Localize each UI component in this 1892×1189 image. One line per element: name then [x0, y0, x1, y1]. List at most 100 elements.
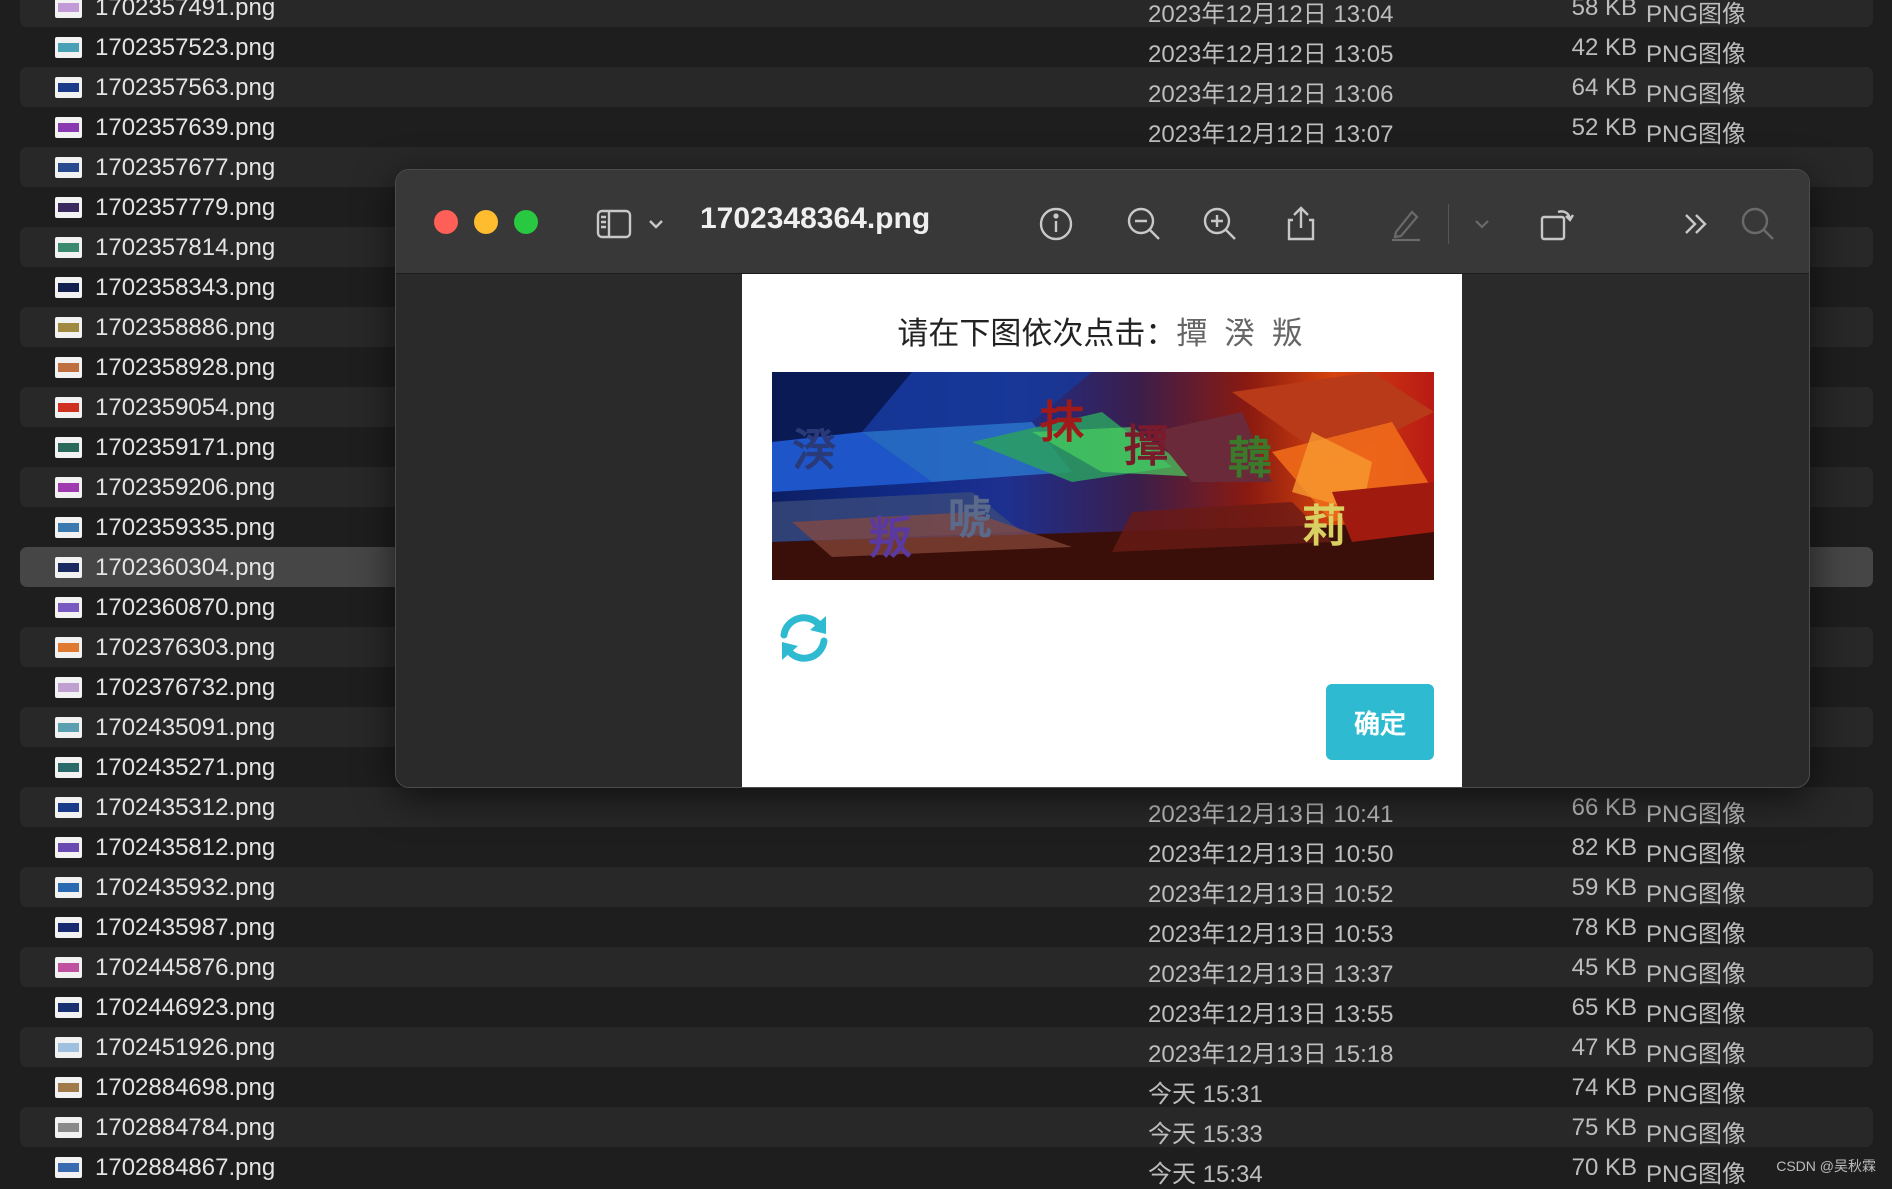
- png-thumbnail-icon: [55, 357, 82, 378]
- file-row[interactable]: 1702357523.png 2023年12月12日 13:05 42 KB PNG图…: [20, 27, 1873, 68]
- png-thumbnail-icon: [55, 517, 82, 538]
- png-thumbnail-icon: [55, 197, 82, 218]
- file-size: 42 KB: [1571, 34, 1637, 61]
- file-row[interactable]: 1702435987.png 2023年12月13日 10:53 78 KB PNG图…: [20, 907, 1873, 948]
- file-kind: PNG图像: [1646, 1001, 1747, 1028]
- file-name: 1702360304.png: [95, 554, 276, 581]
- file-row[interactable]: 1702884867.png 今天 15:34 70 KB PNG图像: [20, 1147, 1873, 1188]
- png-thumbnail-icon: [55, 37, 82, 58]
- chevron-down-icon[interactable]: [636, 204, 663, 244]
- file-name: 1702358886.png: [95, 314, 276, 341]
- captcha-panel: 请在下图依次点击：撢 湀 叛 湀 抹 撢 韓 叛 唬 莉 确定: [742, 274, 1462, 787]
- captcha-glyph[interactable]: 湀: [792, 414, 836, 478]
- file-name: 1702435271.png: [95, 754, 276, 781]
- file-name: 1702360870.png: [95, 594, 276, 621]
- file-row[interactable]: 1702357491.png 2023年12月12日 13:04 58 KB PNG图…: [20, 0, 1873, 28]
- file-size: 59 KB: [1571, 874, 1637, 901]
- png-thumbnail-icon: [55, 597, 82, 618]
- file-name: 1702358928.png: [95, 354, 276, 381]
- rotate-icon[interactable]: [1536, 204, 1576, 244]
- captcha-glyph[interactable]: 抹: [1040, 386, 1084, 450]
- preview-window: 1702348364.png 请在下图依次点击：撢 湀 叛 湀 抹 撢 韓 叛 …: [395, 169, 1810, 788]
- file-row[interactable]: 1702435932.png 2023年12月13日 10:52 59 KB PNG图…: [20, 867, 1873, 908]
- captcha-glyph[interactable]: 莉: [1302, 490, 1346, 554]
- captcha-glyph[interactable]: 撢: [1124, 410, 1168, 474]
- info-icon[interactable]: [1036, 204, 1076, 244]
- search-icon[interactable]: [1738, 204, 1778, 244]
- file-date: 2023年12月13日 10:52: [1148, 881, 1394, 908]
- markup-chevron-icon[interactable]: [1462, 204, 1489, 244]
- file-name: 1702359335.png: [95, 514, 276, 541]
- png-thumbnail-icon: [55, 0, 82, 18]
- file-name: 1702359054.png: [95, 394, 276, 421]
- confirm-button[interactable]: 确定: [1326, 684, 1434, 760]
- file-name: 1702435091.png: [95, 714, 276, 741]
- file-name: 1702435312.png: [95, 794, 276, 821]
- file-kind: PNG图像: [1646, 1041, 1747, 1068]
- captcha-instruction-text: 请在下图依次点击：: [897, 316, 1177, 351]
- captcha-image[interactable]: 湀 抹 撢 韓 叛 唬 莉: [772, 372, 1434, 580]
- file-date: 2023年12月13日 10:50: [1148, 841, 1394, 868]
- file-date: 2023年12月13日 10:53: [1148, 921, 1394, 948]
- file-date: 2023年12月13日 13:37: [1148, 961, 1394, 988]
- file-date: 2023年12月12日 13:05: [1148, 41, 1394, 68]
- file-name: 1702357563.png: [95, 74, 276, 101]
- minimize-window-button[interactable]: [474, 210, 498, 234]
- file-size: 74 KB: [1571, 1074, 1637, 1101]
- png-thumbnail-icon: [55, 477, 82, 498]
- png-thumbnail-icon: [55, 117, 82, 138]
- zoom-out-icon[interactable]: [1124, 204, 1164, 244]
- refresh-icon[interactable]: [774, 608, 834, 668]
- toolbar-separator: [1448, 204, 1449, 244]
- file-name: 1702359171.png: [95, 434, 276, 461]
- zoom-in-icon[interactable]: [1200, 204, 1240, 244]
- png-thumbnail-icon: [55, 637, 82, 658]
- captcha-instruction: 请在下图依次点击：撢 湀 叛: [742, 308, 1462, 353]
- captcha-glyph[interactable]: 唬: [948, 482, 992, 546]
- file-row[interactable]: 1702884784.png 今天 15:33 75 KB PNG图像: [20, 1107, 1873, 1148]
- png-thumbnail-icon: [55, 957, 82, 978]
- file-size: 75 KB: [1571, 1114, 1637, 1141]
- file-size: 64 KB: [1571, 74, 1637, 101]
- file-kind: PNG图像: [1646, 881, 1747, 908]
- png-thumbnail-icon: [55, 1037, 82, 1058]
- file-kind: PNG图像: [1646, 1161, 1747, 1188]
- markup-pen-icon[interactable]: [1386, 204, 1426, 244]
- captcha-glyph[interactable]: 韓: [1228, 422, 1272, 486]
- file-row[interactable]: 1702357639.png 2023年12月12日 13:07 52 KB PNG图…: [20, 107, 1873, 148]
- file-size: 82 KB: [1571, 834, 1637, 861]
- file-row[interactable]: 1702435312.png 2023年12月13日 10:41 66 KB PNG图…: [20, 787, 1873, 828]
- file-row[interactable]: 1702451926.png 2023年12月13日 15:18 47 KB PNG图…: [20, 1027, 1873, 1068]
- file-kind: PNG图像: [1646, 1081, 1747, 1108]
- png-thumbnail-icon: [55, 717, 82, 738]
- captcha-glyph[interactable]: 叛: [868, 502, 912, 566]
- file-kind: PNG图像: [1646, 961, 1747, 988]
- file-row[interactable]: 1702446923.png 2023年12月13日 13:55 65 KB PNG图…: [20, 987, 1873, 1028]
- png-thumbnail-icon: [55, 237, 82, 258]
- zoom-window-button[interactable]: [514, 210, 538, 234]
- file-kind: PNG图像: [1646, 801, 1747, 828]
- more-icon[interactable]: [1676, 204, 1716, 244]
- file-size: 52 KB: [1571, 114, 1637, 141]
- file-row[interactable]: 1702884698.png 今天 15:31 74 KB PNG图像: [20, 1067, 1873, 1108]
- file-size: 66 KB: [1571, 794, 1637, 821]
- file-name: 1702446923.png: [95, 994, 276, 1021]
- file-size: 65 KB: [1571, 994, 1637, 1021]
- file-date: 今天 15:31: [1148, 1081, 1263, 1108]
- sidebar-icon[interactable]: [594, 204, 634, 244]
- file-date: 今天 15:34: [1148, 1161, 1263, 1188]
- file-name: 1702357639.png: [95, 114, 276, 141]
- share-icon[interactable]: [1281, 204, 1321, 244]
- file-name: 1702376303.png: [95, 634, 276, 661]
- file-kind: PNG图像: [1646, 921, 1747, 948]
- close-window-button[interactable]: [434, 210, 458, 234]
- preview-titlebar: 1702348364.png: [396, 170, 1809, 274]
- file-date: 今天 15:33: [1148, 1121, 1263, 1148]
- file-size: 58 KB: [1571, 0, 1637, 21]
- file-row[interactable]: 1702445876.png 2023年12月13日 13:37 45 KB PNG图…: [20, 947, 1873, 988]
- file-date: 2023年12月12日 13:06: [1148, 81, 1394, 108]
- png-thumbnail-icon: [55, 157, 82, 178]
- file-size: 47 KB: [1571, 1034, 1637, 1061]
- file-row[interactable]: 1702435812.png 2023年12月13日 10:50 82 KB PNG图…: [20, 827, 1873, 868]
- file-row[interactable]: 1702357563.png 2023年12月12日 13:06 64 KB PNG图…: [20, 67, 1873, 108]
